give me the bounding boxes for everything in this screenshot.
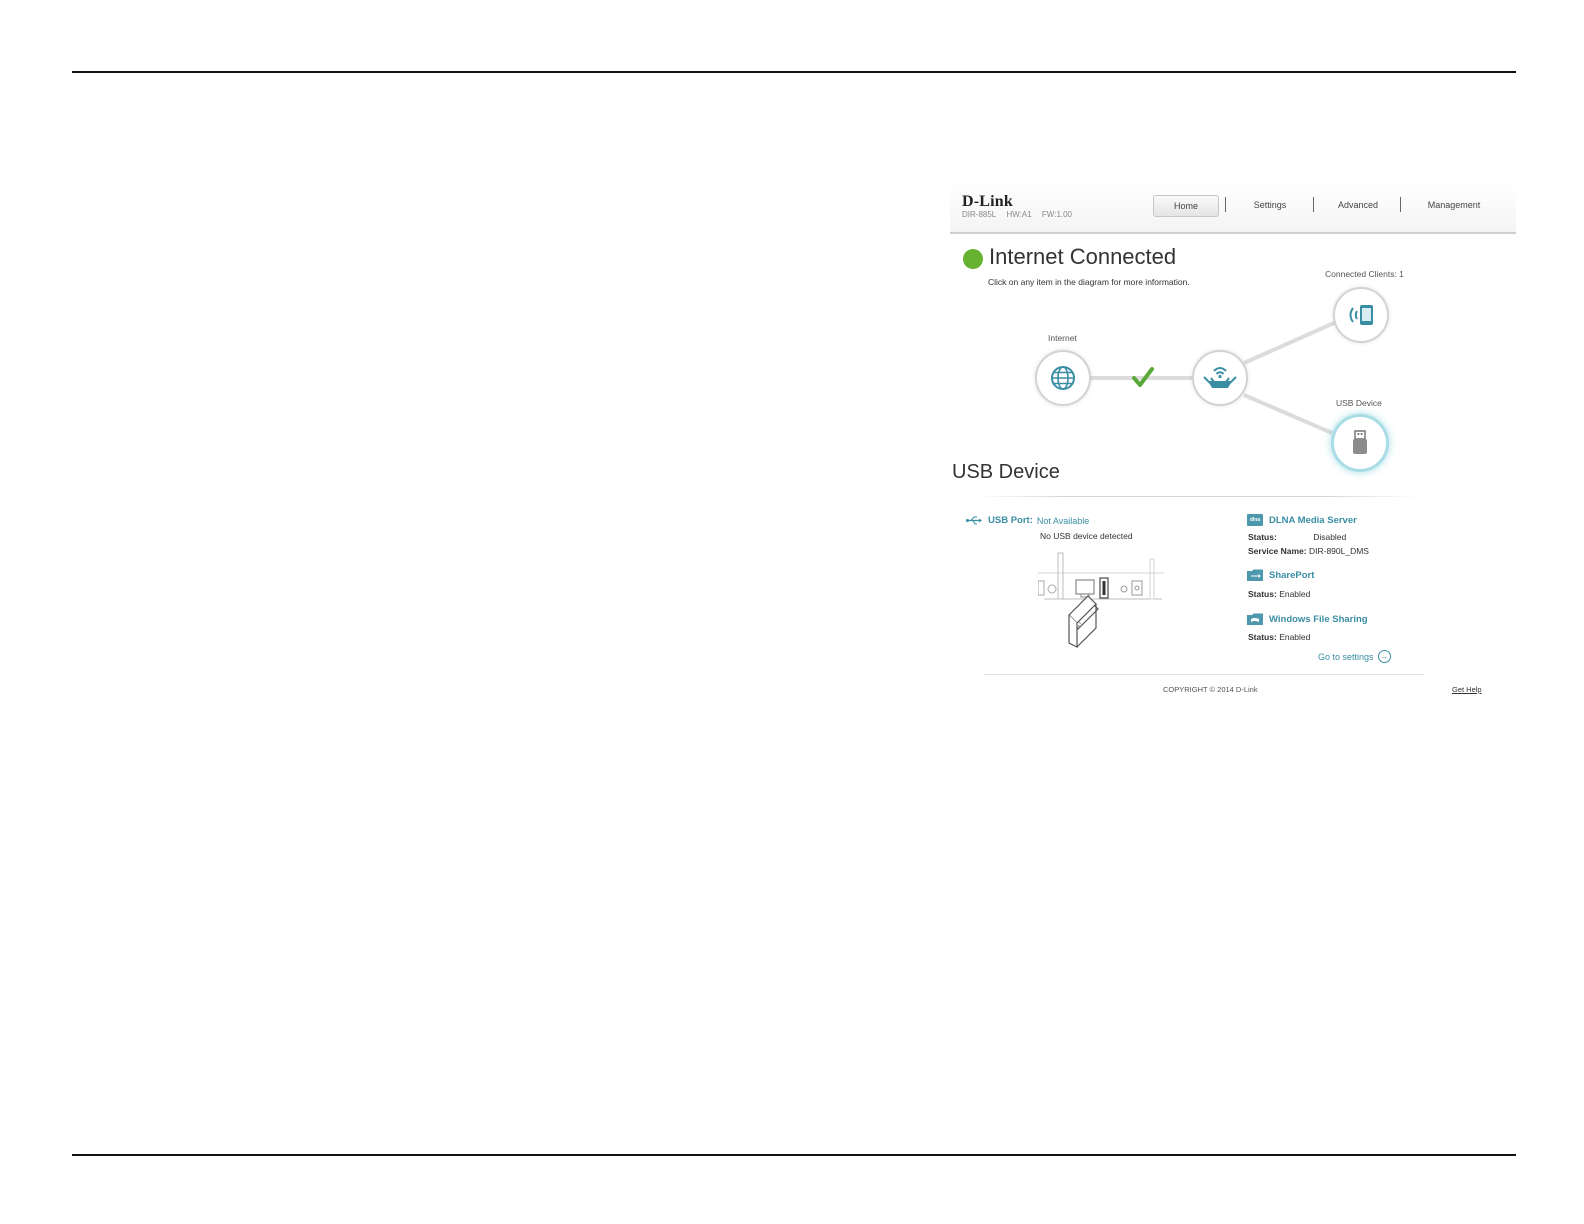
- arrow-right-circle-icon: →: [1377, 650, 1391, 663]
- connected-clients-node[interactable]: [1333, 287, 1389, 343]
- windows-sharing-status-row: Status: Enabled: [1248, 632, 1310, 642]
- router-usb-illustration: A1: [1038, 552, 1164, 648]
- network-diagram-lines: [1090, 321, 1335, 435]
- usb-device-label: USB Device: [1336, 398, 1382, 408]
- dlna-service-row: Service Name: DIR-890L_DMS: [1248, 546, 1369, 556]
- windows-folder-icon: [1247, 613, 1263, 625]
- windows-sharing-status-key: Status:: [1248, 632, 1277, 642]
- shareport-status-value: Enabled: [1279, 589, 1311, 599]
- usb-symbol-icon: [966, 516, 982, 525]
- connected-clients-label: Connected Clients: 1: [1325, 269, 1404, 279]
- go-to-settings-label: Go to settings: [1318, 651, 1374, 662]
- go-to-settings-link[interactable]: Go to settings →: [1318, 650, 1391, 663]
- page-top-rule: [72, 71, 1516, 73]
- router-ui-screenshot: D-Link DIR-885L HW:A1 FW:1.00 Home Setti…: [950, 183, 1516, 713]
- get-help-link[interactable]: Get Help: [1452, 685, 1482, 694]
- shareport-folder-icon: [1247, 569, 1263, 581]
- dlna-service-key: Service Name:: [1248, 546, 1307, 556]
- shareport-title-row: SharePort: [1247, 569, 1314, 581]
- no-usb-message: No USB device detected: [1040, 531, 1133, 541]
- globe-icon: [1051, 366, 1075, 390]
- usb-stick-icon: [1353, 430, 1367, 454]
- router-node[interactable]: [1192, 350, 1248, 406]
- usb-device-node[interactable]: [1331, 414, 1389, 472]
- usb-port-key: USB Port:: [988, 515, 1033, 526]
- router-icon: [1203, 367, 1237, 388]
- dlna-status-row: Status: Disabled: [1248, 532, 1346, 542]
- internet-node[interactable]: [1035, 350, 1091, 406]
- windows-sharing-title-row: Windows File Sharing: [1247, 613, 1368, 625]
- dlna-icon: dlna: [1247, 514, 1263, 526]
- internet-label: Internet: [1048, 333, 1077, 343]
- dlna-service-value: DIR-890L_DMS: [1308, 546, 1369, 556]
- dlna-status-key: Status:: [1248, 532, 1277, 542]
- windows-sharing-status-value: Enabled: [1279, 632, 1311, 642]
- dlna-title-row: dlna DLNA Media Server: [1247, 514, 1357, 526]
- page-bottom-rule: [72, 1154, 1516, 1156]
- copyright-text: COPYRIGHT © 2014 D-Link: [1163, 685, 1258, 694]
- footer-divider: [984, 674, 1424, 675]
- router-usb-link: [1243, 393, 1333, 435]
- mobile-wireless-icon: [1349, 305, 1373, 325]
- windows-sharing-title: Windows File Sharing: [1269, 613, 1368, 625]
- section-divider: [974, 496, 1420, 497]
- shareport-status-row: Status: Enabled: [1248, 589, 1310, 599]
- dlna-status-value: Disabled: [1313, 532, 1347, 542]
- router-clients-link: [1243, 321, 1335, 365]
- usb-port-value: Not Available: [1036, 515, 1090, 526]
- shareport-title: SharePort: [1269, 569, 1315, 581]
- usb-section-title: USB Device: [952, 461, 1060, 483]
- dlna-title: DLNA Media Server: [1269, 514, 1357, 526]
- shareport-status-key: Status:: [1248, 589, 1277, 599]
- usb-port-row: USB Port: Not Available: [966, 515, 1089, 526]
